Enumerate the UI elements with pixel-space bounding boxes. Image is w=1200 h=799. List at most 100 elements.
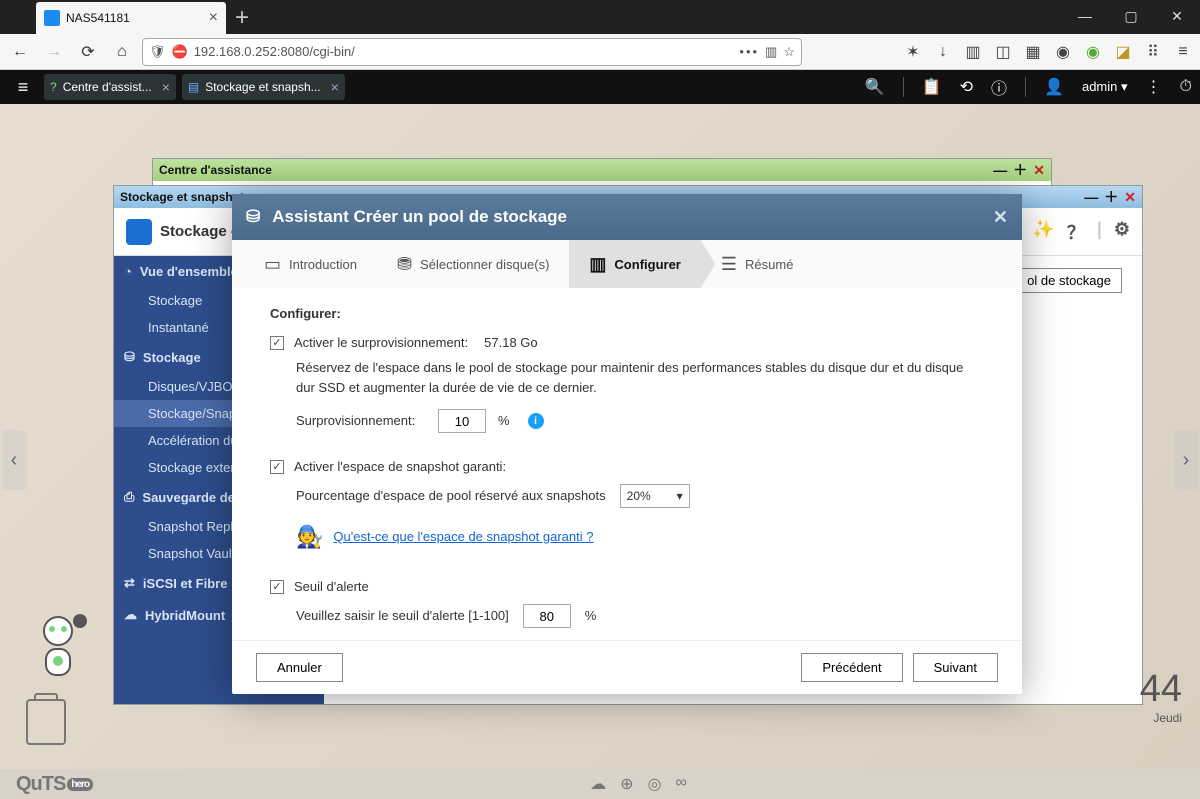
intro-icon: ▭ <box>264 254 281 275</box>
cancel-button[interactable]: Annuler <box>256 653 343 682</box>
browser-tab-title: NAS541181 <box>66 11 130 25</box>
ext3-icon[interactable]: ◪ <box>1112 41 1134 63</box>
window-maximize-icon[interactable]: ＋ <box>1104 187 1118 207</box>
overprovisioning-unit: % <box>498 411 510 431</box>
help-mascot-icon: 🧑‍🔧 <box>296 520 323 553</box>
back-button[interactable]: ← <box>6 38 34 66</box>
ext2-icon[interactable]: ◉ <box>1082 41 1104 63</box>
close-icon[interactable]: ✕ <box>993 207 1008 228</box>
window-minimize-button[interactable]: — <box>1062 0 1108 32</box>
footer-mic-icon[interactable]: ◎ <box>648 774 662 794</box>
new-tab-button[interactable]: + <box>226 2 258 34</box>
dashboard-icon[interactable]: ⏱ <box>1180 78 1192 96</box>
summary-icon: ☰ <box>721 254 737 275</box>
desktop-tab-storage[interactable]: ▤ Stockage et snapsh... × <box>182 74 345 100</box>
overprovisioning-checkbox[interactable]: ✓ <box>270 336 284 350</box>
info-icon[interactable]: ⓘ <box>991 75 1007 99</box>
ext-menu-icon[interactable]: ⠿ <box>1142 41 1164 63</box>
window-maximize-button[interactable]: ▢ <box>1108 0 1154 32</box>
footer-globe-icon[interactable]: ⊕ <box>620 774 633 794</box>
alert-label: Seuil d'alerte <box>294 579 369 594</box>
reader-icon[interactable]: ▥ <box>765 44 777 60</box>
desktop-tab-label: Centre d'assist... <box>63 80 152 94</box>
footer-link-icon[interactable]: ∞ <box>675 774 686 794</box>
window-minimize-icon[interactable]: — <box>1084 189 1098 205</box>
help-icon[interactable]: ？ <box>1067 219 1085 245</box>
lock-icon: ⛔ <box>172 44 188 60</box>
close-tab-icon[interactable]: × <box>209 9 218 27</box>
grid-icon[interactable]: ▦ <box>1022 41 1044 63</box>
forward-button[interactable]: → <box>40 38 68 66</box>
configure-icon: ▥ <box>589 254 606 275</box>
alert-unit: % <box>585 606 597 626</box>
wizard-step-introduction[interactable]: ▭ Introduction <box>244 240 377 288</box>
desktop-tab-assistance[interactable]: ? Centre d'assist... × <box>44 74 176 100</box>
clipboard-icon[interactable]: 📋 <box>922 77 942 97</box>
help-icon: ? <box>50 80 57 94</box>
wand-icon[interactable]: ✨ <box>1032 219 1054 245</box>
overprovisioning-desc: Réservez de l'espace dans le pool de sto… <box>296 358 984 397</box>
window-title: Centre d'assistance <box>159 163 272 177</box>
assistant-robot-icon[interactable] <box>28 613 88 683</box>
pocket-icon[interactable]: ✶ <box>902 41 924 63</box>
overprovisioning-input[interactable] <box>438 409 486 433</box>
footer-cloud-icon[interactable]: ☁ <box>590 774 606 794</box>
wizard-step-configure[interactable]: ▥ Configurer <box>569 240 700 288</box>
sidebar-icon[interactable]: ◫ <box>992 41 1014 63</box>
snapshot-field-label: Pourcentage d'espace de pool réservé aux… <box>296 486 606 506</box>
window-close-button[interactable]: ✕ <box>1154 0 1200 32</box>
alert-threshold-input[interactable] <box>523 604 571 628</box>
browser-tab[interactable]: NAS541181 × <box>36 2 226 34</box>
previous-button[interactable]: Précédent <box>801 653 902 682</box>
snapshot-percent-select[interactable]: 20% ▾ <box>620 484 690 508</box>
section-title: Configurer: <box>270 306 984 321</box>
search-icon[interactable]: 🔍 <box>865 77 885 97</box>
reload-button[interactable]: ⟳ <box>74 38 102 66</box>
alert-field-label: Veuillez saisir le seuil d'alerte [1-100… <box>296 606 509 626</box>
desktop-clock: 44 Jeudi <box>1140 668 1182 725</box>
home-button[interactable]: ⌂ <box>108 38 136 66</box>
snapshot-label: Activer l'espace de snapshot garanti: <box>294 459 506 474</box>
library-icon[interactable]: ▥ <box>962 41 984 63</box>
url-text: 192.168.0.252:8080/cgi-bin/ <box>194 44 734 59</box>
desktop-menu-icon[interactable]: ≡ <box>8 77 38 98</box>
downloads-icon[interactable]: ↓ <box>932 41 954 63</box>
window-close-icon[interactable]: ✕ <box>1124 189 1136 206</box>
close-icon[interactable]: × <box>162 79 170 95</box>
more-icon[interactable]: ••• <box>739 44 759 59</box>
window-minimize-icon[interactable]: — <box>993 162 1007 178</box>
next-button[interactable]: Suivant <box>913 653 998 682</box>
wizard-step-select-disks[interactable]: ⛃ Sélectionner disque(s) <box>377 240 569 288</box>
browser-menu-icon[interactable]: ≡ <box>1172 41 1194 63</box>
create-pool-button[interactable]: ol de stockage <box>1016 268 1122 293</box>
more-vert-icon[interactable]: ⋮ <box>1146 77 1162 97</box>
overprovisioning-field-label: Surprovisionnement: <box>296 411 426 431</box>
alert-checkbox[interactable]: ✓ <box>270 580 284 594</box>
wizard-step-summary[interactable]: ☰ Résumé <box>701 240 814 288</box>
trash-icon[interactable] <box>26 699 66 745</box>
chevron-down-icon: ▾ <box>677 487 683 505</box>
overprovisioning-size: 57.18 Go <box>484 335 538 350</box>
url-bar[interactable]: 🛡 ⛔ 192.168.0.252:8080/cgi-bin/ ••• ▥ ☆ <box>142 38 802 66</box>
quts-logo: QuTShero <box>16 773 93 796</box>
window-close-icon[interactable]: ✕ <box>1033 162 1045 179</box>
user-icon[interactable]: 👤 <box>1044 77 1064 97</box>
overprovisioning-label: Activer le surprovisionnement: <box>294 335 468 350</box>
window-maximize-icon[interactable]: ＋ <box>1013 160 1027 180</box>
ext1-icon[interactable]: ◉ <box>1052 41 1074 63</box>
desktop-next-arrow[interactable]: › <box>1174 430 1198 490</box>
info-icon[interactable]: i <box>528 413 544 429</box>
snapshot-checkbox[interactable]: ✓ <box>270 460 284 474</box>
disks-icon: ⛃ <box>397 254 412 275</box>
user-menu[interactable]: admin ▾ <box>1082 79 1128 95</box>
close-icon[interactable]: × <box>331 79 339 95</box>
storage-app-icon <box>126 219 152 245</box>
disk-icon: ⛁ <box>246 207 260 227</box>
desktop-prev-arrow[interactable]: ‹ <box>2 430 26 490</box>
wizard-create-pool: ⛁ Assistant Créer un pool de stockage ✕ … <box>232 194 1022 694</box>
storage-icon: ▤ <box>188 80 199 94</box>
gear-icon[interactable]: ⚙ <box>1114 219 1130 245</box>
sync-icon[interactable]: ⟲ <box>960 77 973 97</box>
snapshot-help-link[interactable]: Qu'est-ce que l'espace de snapshot garan… <box>333 527 593 547</box>
bookmark-star-icon[interactable]: ☆ <box>783 44 795 60</box>
